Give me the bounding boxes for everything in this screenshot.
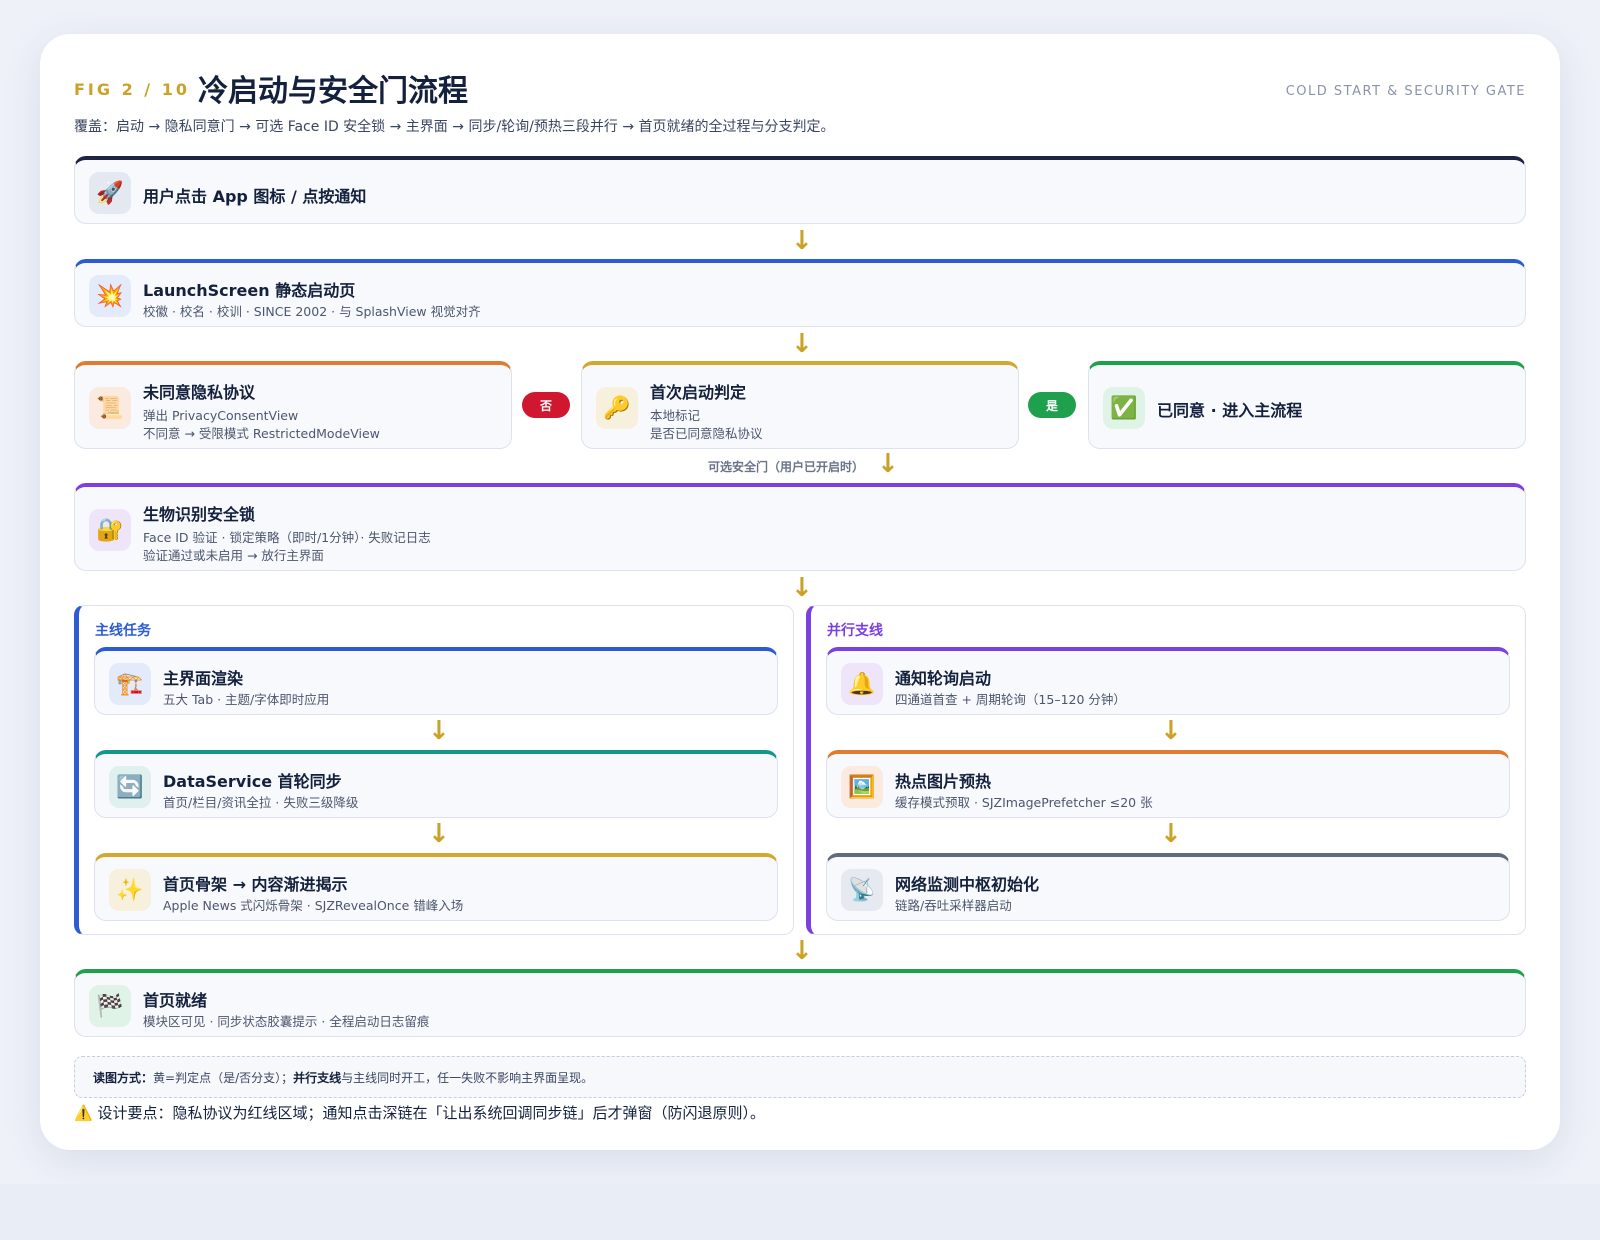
- flow-arrow: ↓: [877, 449, 899, 479]
- node-user-tap: 🚀 用户点击 App 图标 / 点按通知: [74, 156, 1526, 224]
- node-description: 校徽 · 校名 · 校训 · SINCE 2002 · 与 SplashView…: [143, 304, 481, 319]
- node-data-sync: 🔄 DataService 首轮同步 首页/栏目/资讯全拉 · 失败三级降级: [94, 750, 778, 818]
- crane-icon: 🏗️: [109, 663, 151, 705]
- node-title: 首页骨架 → 内容渐进揭示: [163, 875, 348, 894]
- check-mark-icon: ✅: [1103, 387, 1145, 429]
- node-title: 通知轮询启动: [895, 669, 992, 688]
- node-title: 热点图片预热: [895, 772, 992, 791]
- node-description-line2: 是否已同意隐私协议: [650, 426, 763, 441]
- node-biometric-lock: 🔐 生物识别安全锁 Face ID 验证 · 锁定策略（即时/1分钟）· 失败记…: [74, 483, 1526, 571]
- lane-title: 并行支线: [827, 623, 883, 639]
- locked-with-key-icon: 🔐: [89, 509, 131, 551]
- design-note: ⚠️ 设计要点：隐私协议为红线区域；通知点击深链在「让出系统回调同步链」后才弹窗…: [74, 1102, 765, 1123]
- node-description: 五大 Tab · 主题/字体即时应用: [163, 692, 330, 707]
- node-description-line1: 本地标记: [650, 408, 701, 423]
- node-description-line1: Face ID 验证 · 锁定策略（即时/1分钟）· 失败记日志: [143, 530, 431, 545]
- security-gate-label: 可选安全门（用户已开启时）: [708, 460, 865, 474]
- chequered-flag-icon: 🏁: [89, 985, 131, 1027]
- key-icon: 🔑: [596, 387, 638, 429]
- node-first-launch-decision: 🔑 首次启动判定 本地标记 是否已同意隐私协议: [581, 361, 1019, 449]
- node-title: 主界面渲染: [163, 669, 244, 688]
- flow-arrow: ↓: [791, 936, 813, 966]
- node-description: 首页/栏目/资讯全拉 · 失败三级降级: [163, 795, 359, 810]
- node-agreed: ✅ 已同意 · 进入主流程: [1088, 361, 1526, 449]
- node-title: 首页就绪: [143, 991, 208, 1010]
- reading-guide-text2: 与主线同时开工，任一失败不影响主界面呈现。: [341, 1071, 594, 1085]
- node-title: 首次启动判定: [650, 383, 747, 402]
- figure-number-text: FIG 2 / 10: [74, 80, 190, 99]
- reading-guide-text: 黄=判定点（是/否分支）；: [153, 1071, 294, 1085]
- design-note-text: 设计要点：隐私协议为红线区域；通知点击深链在「让出系统回调同步链」后才弹窗（防闪…: [97, 1104, 765, 1122]
- page-title: 冷启动与安全门流程: [198, 74, 468, 109]
- node-main-render: 🏗️ 主界面渲染 五大 Tab · 主题/字体即时应用: [94, 647, 778, 715]
- refresh-icon: 🔄: [109, 766, 151, 808]
- node-title: 用户点击 App 图标 / 点按通知: [143, 187, 367, 206]
- node-description: 四通道首查 + 周期轮询（15–120 分钟）: [895, 692, 1126, 707]
- reading-guide-label: 读图方式：: [93, 1071, 154, 1085]
- node-home-ready: 🏁 首页就绪 模块区可见 · 同步状态胶囊提示 · 全程启动日志留痕: [74, 969, 1526, 1037]
- reading-guide-bold: 并行支线: [293, 1071, 342, 1085]
- node-title: 生物识别安全锁: [143, 505, 256, 524]
- node-title: 未同意隐私协议: [143, 383, 256, 402]
- lane-title: 主线任务: [95, 623, 151, 639]
- sparkles-icon: ✨: [109, 869, 151, 911]
- node-description-line2: 验证通过或未启用 → 放行主界面: [143, 548, 324, 563]
- flow-arrow: ↓: [1160, 716, 1182, 746]
- node-title: DataService 首轮同步: [163, 772, 342, 791]
- node-privacy-not-agreed: 📜 未同意隐私协议 弹出 PrivacyConsentView 不同意 → 受限…: [74, 361, 512, 449]
- node-description-line1: 弹出 PrivacyConsentView: [143, 408, 299, 423]
- branch-no-badge: 否: [522, 392, 570, 418]
- satellite-antenna-icon: 📡: [841, 869, 883, 911]
- bell-icon: 🔔: [841, 663, 883, 705]
- page-bottom-strip: [0, 1184, 1600, 1240]
- rocket-icon: 🚀: [89, 172, 131, 214]
- flow-arrow: ↓: [791, 329, 813, 359]
- branch-yes-badge: 是: [1028, 392, 1076, 418]
- flow-arrow: ↓: [791, 573, 813, 603]
- node-title: 网络监测中枢初始化: [895, 875, 1040, 894]
- node-description: 链路/吞吐采样器启动: [895, 898, 1012, 913]
- node-launch-screen: 💥 LaunchScreen 静态启动页 校徽 · 校名 · 校训 · SINC…: [74, 259, 1526, 327]
- scroll-icon: 📜: [89, 387, 131, 429]
- node-network-monitor: 📡 网络监测中枢初始化 链路/吞吐采样器启动: [826, 853, 1510, 921]
- framed-picture-icon: 🖼️: [841, 766, 883, 808]
- flow-arrow: ↓: [428, 819, 450, 849]
- node-home-skeleton: ✨ 首页骨架 → 内容渐进揭示 Apple News 式闪烁骨架 · SJZRe…: [94, 853, 778, 921]
- reading-guide: 读图方式：黄=判定点（是/否分支）；并行支线与主线同时开工，任一失败不影响主界面…: [74, 1056, 1526, 1098]
- english-subtitle: COLD START & SECURITY GATE: [1285, 84, 1526, 99]
- node-description: 缓存模式预取 · SJZImagePrefetcher ≤20 张: [895, 795, 1153, 810]
- node-title: LaunchScreen 静态启动页: [143, 281, 356, 300]
- node-title: 已同意 · 进入主流程: [1157, 401, 1303, 420]
- node-description: Apple News 式闪烁骨架 · SJZRevealOnce 错峰入场: [163, 898, 464, 913]
- warning-icon: ⚠️: [74, 1104, 93, 1122]
- node-description-line2: 不同意 → 受限模式 RestrictedModeView: [143, 426, 380, 441]
- node-notification-polling: 🔔 通知轮询启动 四通道首查 + 周期轮询（15–120 分钟）: [826, 647, 1510, 715]
- flow-arrow: ↓: [791, 226, 813, 256]
- flow-arrow: ↓: [428, 716, 450, 746]
- node-image-prefetch: 🖼️ 热点图片预热 缓存模式预取 · SJZImagePrefetcher ≤2…: [826, 750, 1510, 818]
- flow-arrow: ↓: [1160, 819, 1182, 849]
- sparkle-burst-icon: 💥: [89, 275, 131, 317]
- node-description: 模块区可见 · 同步状态胶囊提示 · 全程启动日志留痕: [143, 1014, 430, 1029]
- coverage-description: 覆盖：启动 → 隐私同意门 → 可选 Face ID 安全锁 → 主界面 → 同…: [74, 119, 835, 135]
